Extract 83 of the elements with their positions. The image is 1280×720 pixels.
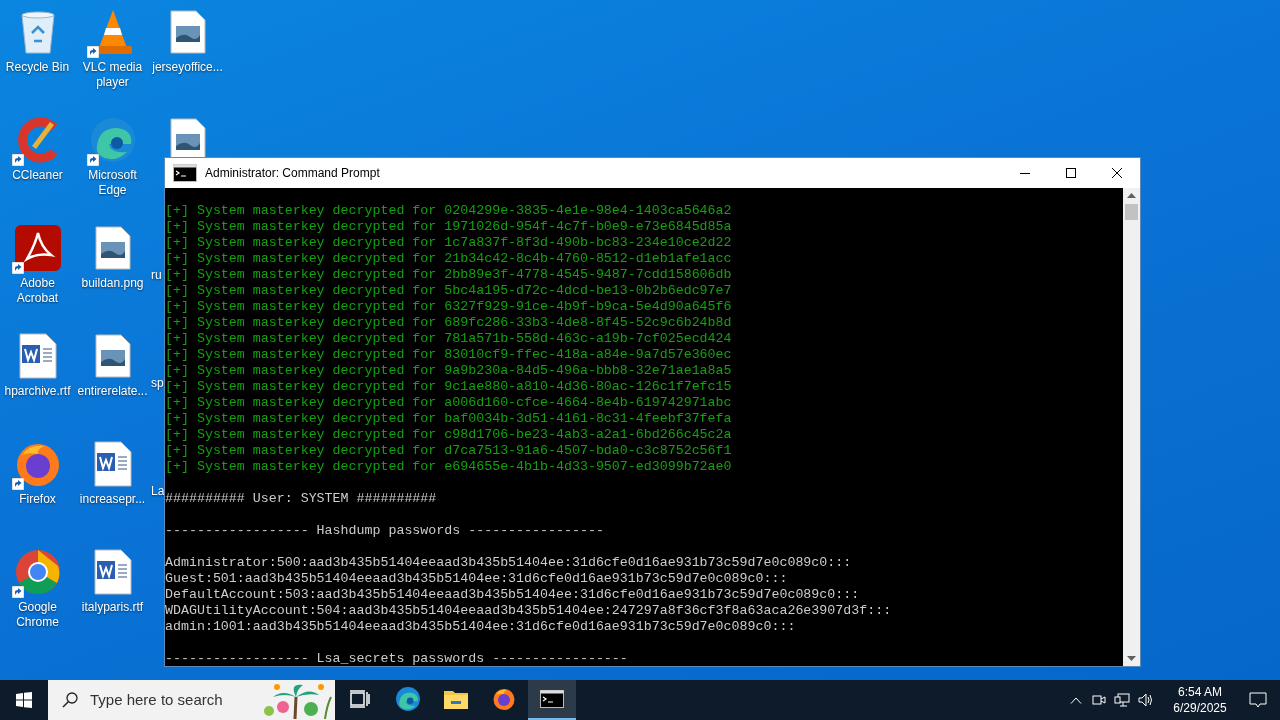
taskbar-app-button[interactable] (528, 680, 576, 720)
icon-label[interactable]: hparchive.rtf (0, 384, 75, 399)
network-icon[interactable] (1114, 693, 1130, 707)
edge-icon (88, 116, 137, 164)
icon-label[interactable]: italyparis.rtf (75, 600, 150, 615)
icon-label[interactable]: Firefox (0, 492, 75, 507)
folder-icon (444, 689, 468, 709)
console-line: [+] System masterkey decrypted for 21b34c42-8c4b-4760-8512-d1eb1afe1acc (165, 251, 732, 267)
console-line: Guest:501:aad3b435b51404eeaad3b435b51404ee:31d6cfe0d16ae931b73c59d7e0c089c0::: (165, 571, 788, 587)
console-line: admin:1001:aad3b435b51404eeaad3b435b51404ee:31d6cfe0d16ae931b73c59d7e0c089c0::: (165, 619, 796, 635)
console-line: [+] System masterkey decrypted for 5bc4a195-d72c-4dcd-be13-0b2b6edc97e7 (165, 283, 732, 299)
console-line: DefaultAccount:503:aad3b435b51404eeaad3b435b51404ee:31d6cfe0d16ae931b73c59d7e0c089c0::: (165, 587, 860, 603)
console-line: [+] System masterkey decrypted for 781a571b-558d-463c-a19b-7cf025ecd424 (165, 331, 732, 347)
chevron-up-icon[interactable] (1070, 696, 1082, 704)
console-line: [+] System masterkey decrypted for 2bb89e3f-4778-4545-9487-7cdd158606db (165, 267, 732, 283)
chrome-icon (13, 548, 62, 596)
word-document-icon (92, 441, 133, 487)
search-icon (62, 692, 78, 708)
image-file-icon (94, 226, 131, 270)
console-line: WDAGUtilityAccount:504:aad3b435b51404eeaad3b435b51404ee:247297a8f36cf3f8a63aca26e3907d3f::: (165, 603, 892, 619)
notification-icon (1249, 692, 1267, 708)
console-line: [+] System masterkey decrypted for 6327f929-91ce-4b9f-b9ca-5e4d90a645f6 (165, 299, 732, 315)
icon-label[interactable]: jerseyoffice... (150, 60, 225, 75)
console-line: [+] System masterkey decrypted for e694655e-4b1b-4d33-9507-ed3099b72ae0 (165, 459, 732, 475)
minimize-icon (1020, 172, 1030, 174)
image-file-icon (94, 334, 131, 378)
icon-label[interactable]: ru (151, 268, 162, 283)
console-line: [+] System masterkey decrypted for 1c7a837f-8f3d-490b-bc83-234e10ce2d22 (165, 235, 732, 251)
search-field[interactable]: Type here to search (48, 680, 335, 720)
icon-label[interactable]: VLC media player (75, 60, 150, 90)
console-line: ------------------ Hashdump passwords ----------------- (165, 523, 604, 539)
image-file-icon (169, 10, 206, 54)
maximize-icon (1066, 168, 1076, 178)
icon-label[interactable]: Adobe Acrobat (0, 276, 75, 306)
console-line: [+] System masterkey decrypted for 9c1ae880-a810-4d36-80ac-126c1f7efc15 (165, 379, 732, 395)
console-line: [+] System masterkey decrypted for 0204299e-3835-4e1e-98e4-1403ca5646a2 (165, 203, 732, 219)
shortcut-arrow-icon (11, 478, 24, 490)
console-line: [+] System masterkey decrypted for 83010cf9-ffec-418a-a84e-9a7d57e360ec (165, 347, 732, 363)
console-line: Administrator:500:aad3b435b51404eeaad3b435b51404ee:31d6cfe0d16ae931b73c59d7e0c089c0::: (165, 555, 852, 571)
word-document-icon (17, 333, 58, 379)
icon-label[interactable]: La (151, 484, 165, 499)
firefox-icon (492, 687, 516, 711)
icon-label[interactable]: Microsoft Edge (75, 168, 150, 198)
edge-icon (395, 686, 421, 712)
close-icon (1112, 168, 1122, 178)
icon-label[interactable]: entirerelate... (75, 384, 150, 399)
shortcut-arrow-icon (86, 46, 99, 58)
word-document-icon (92, 549, 133, 595)
task-view-icon (350, 690, 370, 708)
windows-logo-icon (16, 692, 32, 708)
scroll-up-icon[interactable] (1127, 193, 1136, 198)
shortcut-arrow-icon (11, 154, 24, 166)
icon-label[interactable]: Recycle Bin (0, 60, 75, 75)
icon-label[interactable]: increasepr... (75, 492, 150, 507)
console-line: [+] System masterkey decrypted for 689fc286-33b3-4de8-8f45-52c9c6b24b8d (165, 315, 732, 331)
shortcut-arrow-icon (11, 262, 24, 274)
volume-icon[interactable] (1138, 693, 1154, 707)
scroll-down-icon[interactable] (1127, 656, 1136, 661)
terminal-icon (540, 690, 564, 708)
scroll-thumb[interactable] (1125, 204, 1138, 220)
search-input[interactable]: Type here to search (90, 688, 259, 712)
clock[interactable]: 6:54 AM 6/29/2025 (1164, 684, 1236, 716)
window-title: Administrator: Command Prompt (205, 165, 381, 182)
shortcut-arrow-icon (11, 586, 24, 598)
acrobat-icon (14, 225, 61, 271)
icon-label[interactable]: sp (151, 376, 164, 391)
console-line: [+] System masterkey decrypted for 9a9b230a-84d5-496a-bbb8-32e71ae1a8a5 (165, 363, 732, 379)
console-line: [+] System masterkey decrypted for c98d1706-be23-4ab3-a2a1-6bd266c45c2a (165, 427, 732, 443)
console-line: ------------------ Lsa_secrets passwords ----------------- (165, 651, 628, 666)
shortcut-arrow-icon (86, 154, 99, 166)
console-line: ########## User: SYSTEM ########## (165, 491, 437, 507)
icon-label[interactable]: CCleaner (0, 168, 75, 183)
clock-date: 6/29/2025 (1173, 700, 1227, 716)
console-line: [+] System masterkey decrypted for 1971026d-954f-4c7f-b0e9-e73e6845d85a (165, 219, 732, 235)
icon-label[interactable]: buildan.png (75, 276, 150, 291)
terminal-icon (173, 164, 197, 182)
console-line: [+] System masterkey decrypted for baf0034b-3d51-4161-8c31-4feebf37fefa (165, 411, 732, 427)
console-line: [+] System masterkey decrypted for d7ca7513-91a6-4507-bda0-c3c8752c56f1 (165, 443, 732, 459)
scrollbar[interactable] (1123, 188, 1140, 666)
camera-icon[interactable] (1092, 693, 1106, 707)
console-line: [+] System masterkey decrypted for a006d160-cfce-4664-8e4b-619742971abc (165, 395, 732, 411)
clock-time: 6:54 AM (1178, 684, 1222, 700)
icon-label[interactable]: Google Chrome (0, 600, 75, 630)
